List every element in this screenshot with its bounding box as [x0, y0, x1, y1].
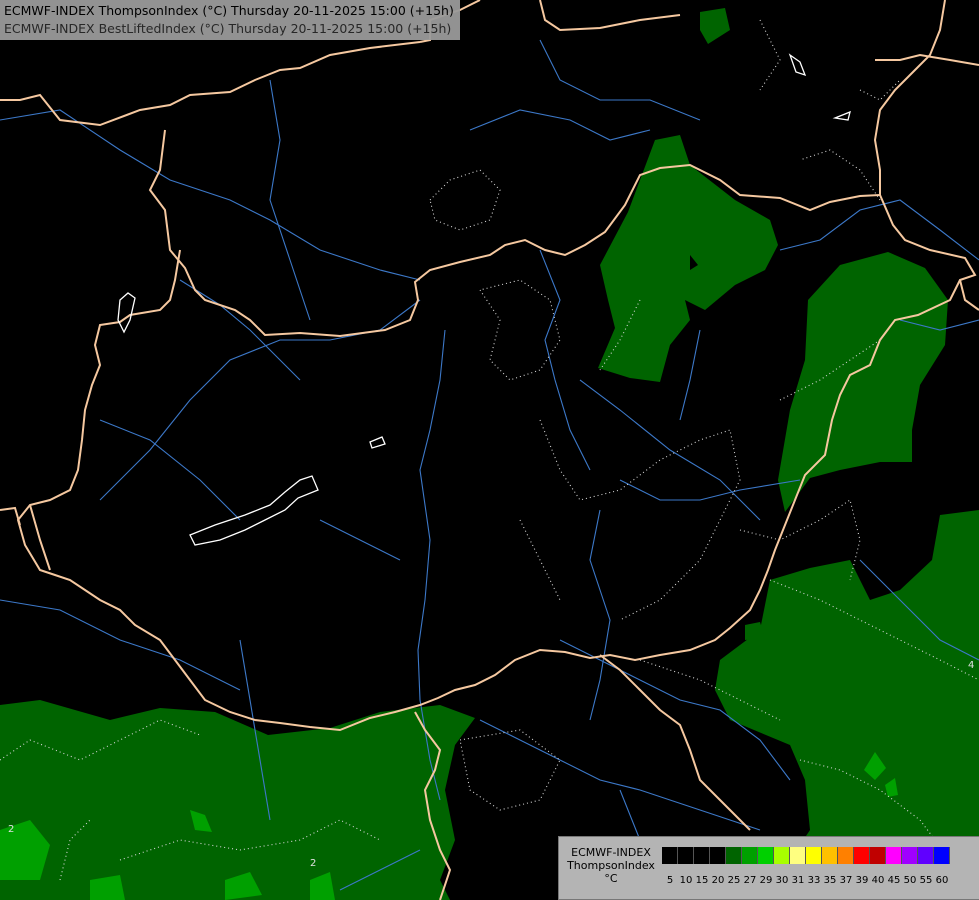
legend-tick-label: 40 [871, 875, 885, 886]
legend-title-unit: °C [604, 872, 618, 885]
legend-tick-label: 50 [903, 875, 917, 886]
legend-swatch [694, 847, 710, 864]
legend-tick-label: 39 [855, 875, 869, 886]
legend-ticks: 5 10 15 20 25 27 29 30 31 33 35 37 39 40 45 50 55 60 [662, 875, 950, 886]
legend-swatch [870, 847, 886, 864]
legend-swatch [758, 847, 774, 864]
legend-swatch [710, 847, 726, 864]
legend-swatch [662, 847, 678, 864]
legend-tick-label: 31 [791, 875, 805, 886]
legend-tick-label: 37 [839, 875, 853, 886]
legend-swatch [918, 847, 934, 864]
contour-label-s: 2 [310, 858, 316, 869]
legend-tick-label: 35 [823, 875, 837, 886]
thompson-index-title: ECMWF-INDEX ThompsonIndex (°C) Thursday … [4, 3, 454, 18]
legend-swatch [902, 847, 918, 864]
legend-swatch [774, 847, 790, 864]
legend-tick-label: 20 [711, 875, 725, 886]
legend-swatch [838, 847, 854, 864]
legend-tick-label: 45 [887, 875, 901, 886]
legend-swatch [886, 847, 902, 864]
legend-swatch [806, 847, 822, 864]
weather-map: 2 2 4 [0, 0, 979, 900]
map-header: ECMWF-INDEX ThompsonIndex (°C) Thursday … [0, 0, 460, 40]
color-legend: ECMWF-INDEX ThompsonIndex °C 5 10 15 20 25 27… [558, 836, 979, 900]
legend-tick-label: 25 [727, 875, 741, 886]
legend-swatch [678, 847, 694, 864]
legend-tick-label: 5 [666, 875, 674, 886]
legend-swatch [742, 847, 758, 864]
legend-swatch [822, 847, 838, 864]
legend-tick-label: 60 [935, 875, 949, 886]
legend-tick-label: 33 [807, 875, 821, 886]
legend-tick-label: 30 [775, 875, 789, 886]
legend-swatches [662, 847, 950, 864]
legend-tick-label: 27 [743, 875, 757, 886]
contour-label-e: 4 [968, 660, 974, 671]
legend-title-model: ECMWF-INDEX [571, 846, 651, 859]
legend-tick-label: 15 [695, 875, 709, 886]
legend-swatch [790, 847, 806, 864]
legend-title-index: ThompsonIndex [567, 859, 655, 872]
contour-label-sw: 2 [8, 824, 14, 835]
legend-swatch [854, 847, 870, 864]
legend-tick-label: 29 [759, 875, 773, 886]
legend-title: ECMWF-INDEX ThompsonIndex °C [561, 846, 661, 885]
legend-swatch [934, 847, 950, 864]
legend-tick-label: 10 [679, 875, 693, 886]
best-lifted-index-title: ECMWF-INDEX BestLiftedIndex (°C) Thursda… [4, 21, 452, 36]
legend-tick-label: 55 [919, 875, 933, 886]
legend-swatch [726, 847, 742, 864]
